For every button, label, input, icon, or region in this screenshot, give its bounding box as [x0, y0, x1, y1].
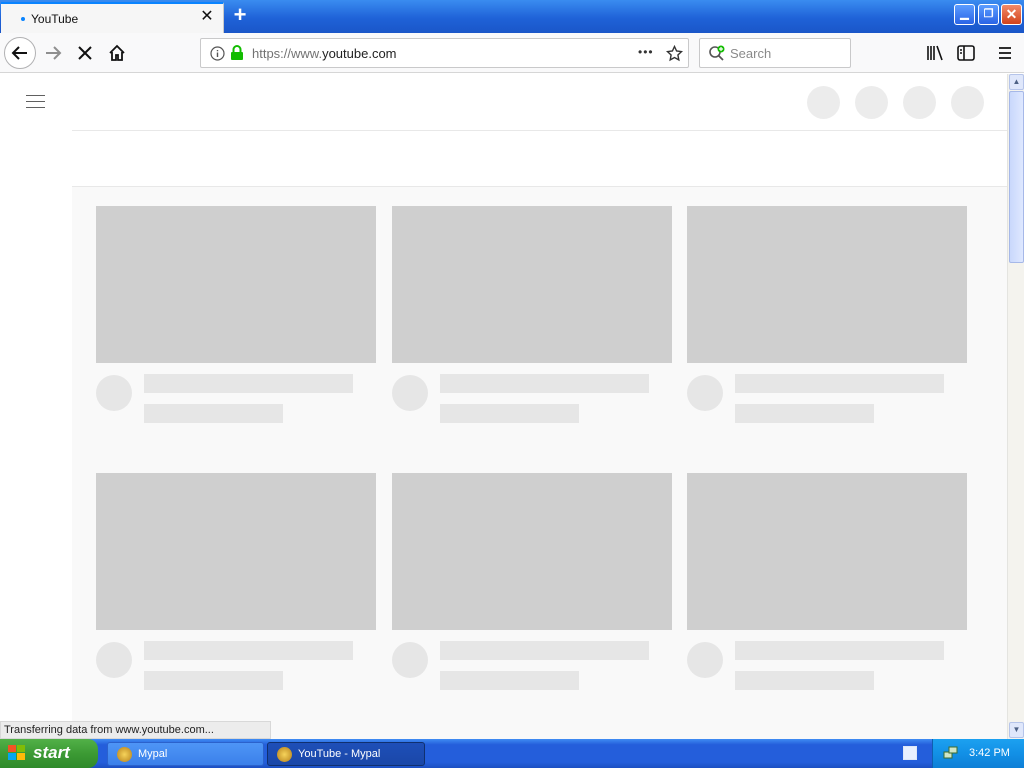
forward-button[interactable] [38, 38, 68, 68]
chip-bar-placeholder [72, 130, 1007, 187]
hamburger-menu-icon [999, 47, 1011, 59]
thumbnail-placeholder [96, 473, 376, 630]
meta-placeholder [735, 404, 874, 423]
mypal-app-icon [277, 747, 292, 762]
vertical-scrollbar[interactable]: ▲ ▼ [1007, 74, 1024, 739]
thumbnail-placeholder [392, 206, 672, 363]
sidebar-icon [957, 45, 975, 61]
url-prefix: https://www. [252, 46, 323, 61]
nav-toolbar: https://www.youtube.com ••• [0, 33, 1024, 73]
system-tray: 3:42 PM [932, 739, 1024, 768]
video-grid [72, 187, 1007, 739]
start-label: start [33, 743, 70, 762]
home-icon [109, 44, 125, 61]
start-button[interactable]: start [0, 739, 98, 768]
menu-button[interactable] [990, 38, 1020, 68]
arrow-left-icon [11, 46, 27, 60]
stop-button[interactable] [70, 38, 100, 68]
new-tab-button[interactable]: + [229, 4, 251, 27]
taskbar-item-label: YouTube - Mypal [298, 748, 381, 760]
guide-menu-icon[interactable] [26, 93, 46, 109]
meta-placeholder [144, 671, 283, 690]
channel-avatar-placeholder [392, 375, 428, 411]
url-text[interactable]: https://www.youtube.com [252, 46, 397, 61]
masthead-placeholder-circle [951, 86, 984, 119]
status-panel: Transferring data from www.youtube.com..… [0, 721, 271, 739]
search-bar[interactable] [699, 38, 851, 68]
masthead-placeholder-circle [855, 86, 888, 119]
meta-placeholder [144, 404, 283, 423]
taskbar-item-mypal[interactable]: Mypal [107, 742, 264, 766]
url-domain: youtube.com [322, 46, 397, 61]
loading-dot-icon [21, 17, 25, 21]
thumbnail-placeholder [96, 206, 376, 363]
channel-avatar-placeholder [687, 642, 723, 678]
thumbnail-placeholder [392, 473, 672, 630]
tab-youtube[interactable]: YouTube ✕ [1, 2, 224, 33]
meta-placeholder [440, 671, 579, 690]
bookmark-star-icon[interactable] [666, 45, 683, 62]
mypal-app-icon [117, 747, 132, 762]
page-actions-button[interactable]: ••• [638, 45, 654, 59]
restore-button[interactable]: ❐ [978, 4, 999, 25]
search-icon [709, 45, 725, 61]
page-viewport [0, 74, 1007, 739]
close-window-button[interactable]: ✕ [1001, 4, 1022, 25]
sidebar-button[interactable] [951, 38, 981, 68]
title-placeholder [735, 374, 944, 393]
info-icon[interactable] [210, 46, 225, 61]
network-tray-icon[interactable] [943, 745, 959, 761]
meta-placeholder [440, 404, 579, 423]
scroll-up-arrow-icon[interactable]: ▲ [1009, 74, 1024, 90]
library-icon [927, 45, 943, 61]
thumbnail-placeholder [687, 206, 967, 363]
channel-avatar-placeholder [96, 642, 132, 678]
close-tab-icon[interactable]: ✕ [199, 9, 215, 25]
masthead-placeholder-circle [807, 86, 840, 119]
title-placeholder [440, 641, 649, 660]
title-bar: YouTube ✕ + ▁ ❐ ✕ [0, 0, 1024, 33]
masthead-placeholder-circle [903, 86, 936, 119]
clock[interactable]: 3:42 PM [969, 747, 1010, 759]
tab-title: YouTube [31, 12, 79, 26]
lock-icon[interactable] [230, 45, 244, 61]
channel-avatar-placeholder [687, 375, 723, 411]
address-bar[interactable]: https://www.youtube.com ••• [200, 38, 689, 68]
taskbar-item-youtube-mypal[interactable]: YouTube - Mypal [267, 742, 425, 766]
windows-flag-icon [8, 745, 26, 762]
taskbar-item-label: Mypal [138, 748, 168, 760]
keyboard-language-icon[interactable] [903, 746, 917, 760]
masthead [0, 74, 1007, 131]
minimize-button[interactable]: ▁ [954, 4, 975, 25]
scrollbar-thumb[interactable] [1009, 91, 1024, 263]
back-button[interactable] [4, 37, 36, 69]
title-placeholder [144, 641, 353, 660]
thumbnail-placeholder [687, 473, 967, 630]
library-button[interactable] [920, 38, 950, 68]
scroll-down-arrow-icon[interactable]: ▼ [1009, 722, 1024, 738]
home-button[interactable] [102, 38, 132, 68]
title-placeholder [144, 374, 353, 393]
taskbar: start Mypal YouTube - Mypal 3:42 PM [0, 739, 1024, 768]
arrow-right-icon [46, 46, 62, 60]
meta-placeholder [735, 671, 874, 690]
channel-avatar-placeholder [392, 642, 428, 678]
stop-icon [78, 46, 92, 60]
title-placeholder [735, 641, 944, 660]
channel-avatar-placeholder [96, 375, 132, 411]
search-input[interactable] [730, 44, 845, 62]
title-placeholder [440, 374, 649, 393]
